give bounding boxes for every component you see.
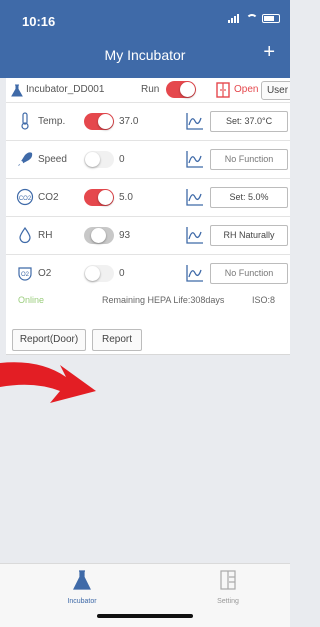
rh-toggle[interactable]	[84, 227, 114, 244]
device-status-row: Online Remaining HEPA Life:308days ISO:8	[6, 291, 290, 311]
door-status-label: Open	[234, 84, 259, 95]
page-title: My Incubator	[104, 47, 186, 63]
tab-incubator[interactable]: Incubator	[52, 570, 112, 605]
home-indicator	[97, 614, 193, 618]
co2-icon: CO2	[16, 188, 34, 206]
o2-icon: O2	[18, 267, 32, 281]
temp-set-button[interactable]: Set: 37.0°C	[210, 111, 288, 132]
run-label: Run	[141, 84, 160, 95]
svg-text:CO2: CO2	[19, 196, 32, 202]
rh-label: RH	[38, 230, 53, 241]
add-incubator-button[interactable]: +	[263, 41, 275, 64]
wifi-icon	[246, 13, 258, 23]
o2-label: O2	[38, 268, 52, 279]
online-status: Online	[18, 295, 45, 305]
o2-toggle[interactable]	[84, 265, 114, 282]
door-icon	[216, 82, 230, 98]
speed-row: Speed 0 No Function	[6, 140, 290, 178]
battery-icon	[262, 13, 280, 23]
trend-chart-icon[interactable]	[186, 226, 204, 244]
signal-icon	[228, 13, 242, 23]
o2-function-button[interactable]: No Function	[210, 263, 288, 284]
hepa-life-text: Remaining HEPA Life:308days	[102, 295, 225, 305]
trend-chart-icon[interactable]	[186, 188, 204, 206]
status-icons	[228, 13, 280, 23]
trend-chart-icon[interactable]	[186, 112, 204, 130]
co2-label: CO2	[38, 192, 59, 203]
co2-toggle[interactable]	[84, 189, 114, 206]
rh-mode-button[interactable]: RH Naturally	[210, 225, 288, 246]
o2-row: O2 O2 0 No Function	[6, 254, 290, 292]
flask-icon	[73, 570, 91, 590]
temp-value: 37.0	[119, 116, 139, 127]
svg-text:O2: O2	[21, 272, 30, 278]
iso-class-text: ISO:8	[252, 295, 276, 305]
tab-incubator-label: Incubator	[67, 598, 97, 605]
app-header: 10:16 My Incubator +	[0, 0, 290, 78]
o2-value: 0	[119, 268, 125, 279]
speed-value: 0	[119, 154, 125, 165]
fan-icon	[18, 152, 33, 166]
red-arrow-annotation	[0, 362, 96, 403]
trend-chart-icon[interactable]	[186, 264, 204, 282]
temp-row: Temp. 37.0 Set: 37.0°C	[6, 102, 290, 140]
incubator-name: Incubator_DD001	[26, 84, 105, 95]
temp-toggle[interactable]	[84, 113, 114, 130]
status-time: 10:16	[22, 14, 56, 29]
flask-icon	[11, 84, 23, 97]
tab-setting-label: Setting	[217, 598, 239, 605]
speed-label: Speed	[38, 154, 67, 165]
user-button[interactable]: User	[261, 81, 290, 100]
setting-icon	[220, 570, 236, 590]
co2-value: 5.0	[119, 192, 133, 203]
speed-function-button[interactable]: No Function	[210, 149, 288, 170]
temp-label: Temp.	[38, 116, 66, 127]
speed-toggle[interactable]	[84, 151, 114, 168]
trend-chart-icon[interactable]	[186, 150, 204, 168]
incubator-identity-row: Incubator_DD001 Run Open User	[6, 78, 290, 102]
rh-value: 93	[119, 230, 131, 241]
droplet-icon	[19, 226, 31, 244]
thermometer-icon	[21, 112, 29, 130]
incubator-card: Incubator_DD001 Run Open User Temp. 37.0…	[6, 78, 290, 355]
tab-setting[interactable]: Setting	[198, 570, 258, 605]
co2-row: CO2 CO2 5.0 Set: 5.0%	[6, 178, 290, 216]
co2-set-button[interactable]: Set: 5.0%	[210, 187, 288, 208]
rh-row: RH 93 RH Naturally	[6, 216, 290, 254]
run-toggle[interactable]	[166, 81, 196, 98]
